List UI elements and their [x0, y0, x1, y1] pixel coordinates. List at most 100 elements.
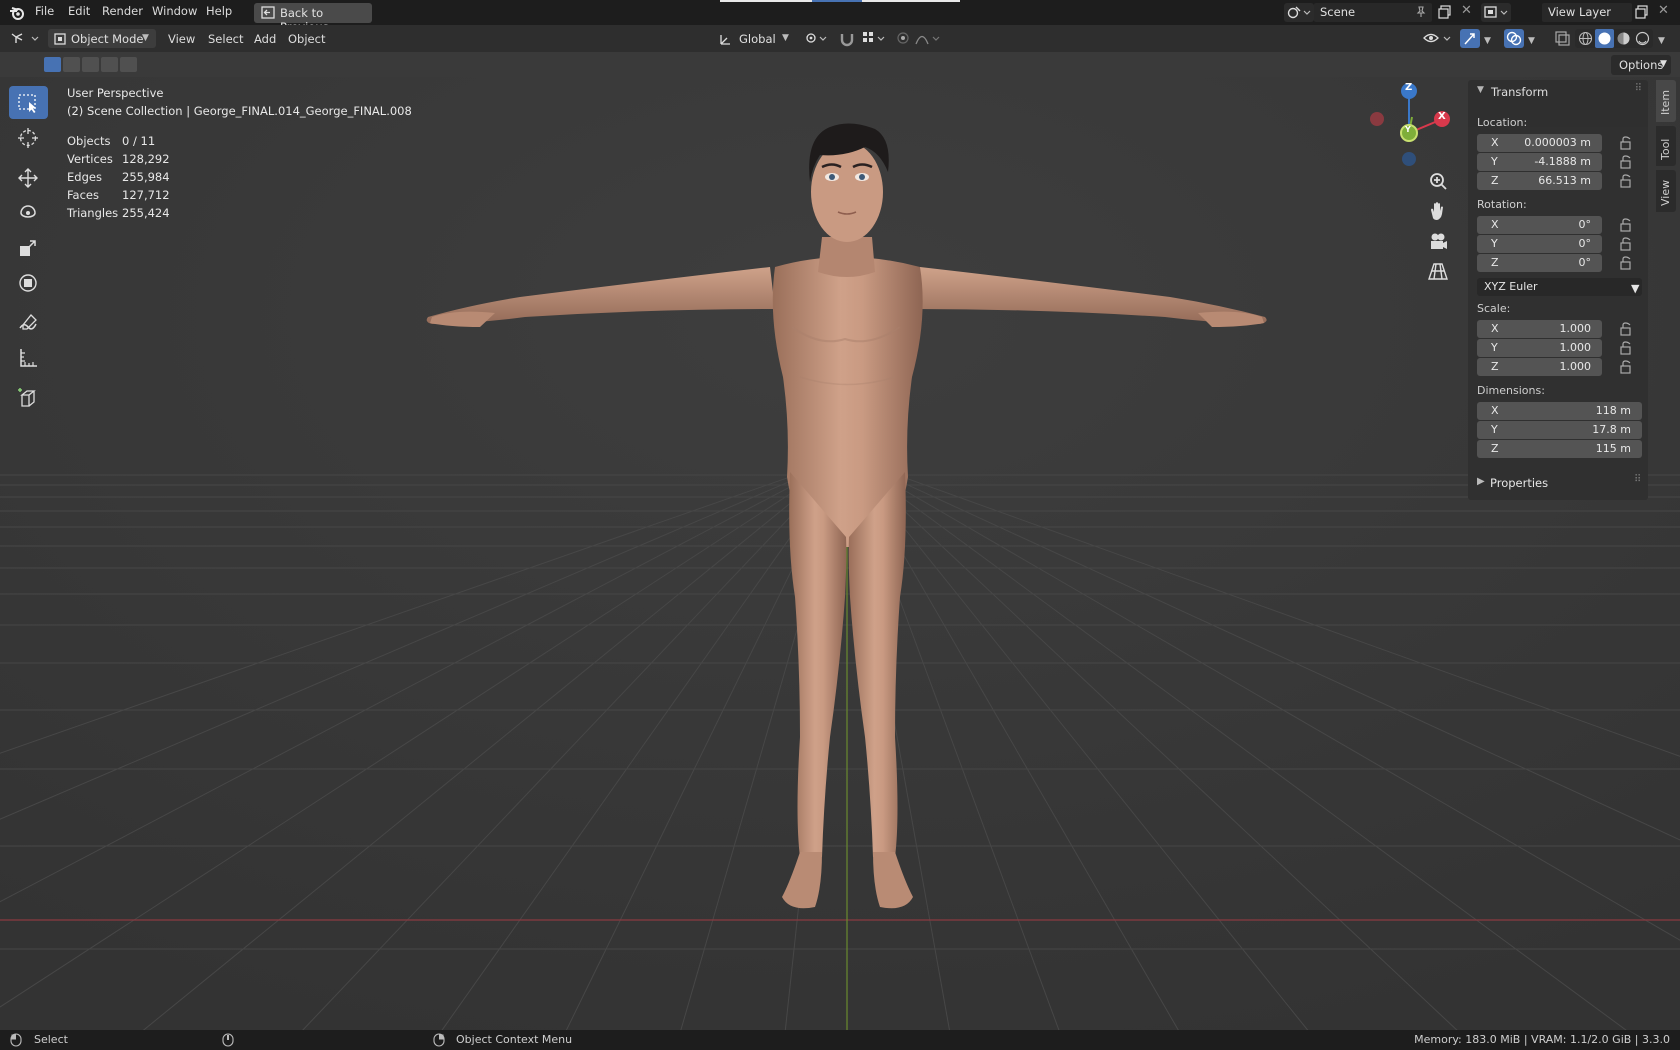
select-subtract-button[interactable]	[82, 57, 99, 72]
chevron-down-icon[interactable]: ▼	[1484, 36, 1491, 46]
pivot-icon	[806, 33, 827, 43]
menu-window[interactable]: Window	[152, 4, 197, 18]
dimensions-z-value: 115 m	[1595, 442, 1631, 455]
pan-hand-icon[interactable]	[1424, 198, 1452, 226]
location-y-field[interactable]: Y -4.1888 m	[1477, 153, 1602, 171]
rotate-tool[interactable]	[9, 196, 48, 229]
menu-render[interactable]: Render	[102, 4, 143, 18]
chevron-down-icon[interactable]: ▼	[1477, 85, 1484, 95]
measure-tool[interactable]	[9, 341, 48, 374]
lock-icon[interactable]	[1619, 360, 1635, 374]
overlays-toggle[interactable]	[1504, 29, 1524, 48]
rotation-z-field[interactable]: Z 0°	[1477, 254, 1602, 272]
axis-label: X	[1491, 404, 1499, 417]
scale-x-field[interactable]: X 1.000	[1477, 320, 1602, 338]
drag-handle-icon[interactable]: ⠿	[1634, 474, 1641, 485]
dimensions-x-field[interactable]: X 118 m	[1477, 402, 1642, 420]
lock-icon[interactable]	[1619, 237, 1635, 251]
tab-tool[interactable]: Tool	[1656, 126, 1676, 166]
chevron-down-icon[interactable]: ▼	[1658, 36, 1665, 46]
delete-view-layer-icon[interactable]: ✕	[1658, 3, 1669, 18]
lock-icon[interactable]	[1619, 174, 1635, 188]
solid-shading-button[interactable]	[1595, 29, 1614, 48]
menu-edit[interactable]: Edit	[68, 4, 90, 18]
zoom-icon[interactable]	[1424, 168, 1452, 196]
object-mode-dropdown[interactable]: Object Mode ▼	[48, 29, 156, 48]
material-preview-icon[interactable]	[1616, 31, 1631, 46]
falloff-curve-icon	[915, 35, 940, 45]
location-z-field[interactable]: Z 66.513 m	[1477, 172, 1602, 190]
delete-scene-icon[interactable]: ✕	[1461, 3, 1472, 18]
perspective-toggle-icon[interactable]	[1424, 258, 1452, 286]
rotation-x-field[interactable]: X 0°	[1477, 216, 1602, 234]
tab-item[interactable]: Item	[1656, 80, 1676, 122]
rendered-shading-icon[interactable]	[1635, 31, 1650, 46]
chevron-down-icon[interactable]: ▼	[1528, 36, 1535, 46]
cursor-tool[interactable]	[9, 121, 48, 154]
menu-view[interactable]: View	[168, 32, 195, 46]
pivot-point-dropdown[interactable]	[802, 29, 830, 48]
transform-panel-title[interactable]: Transform	[1491, 85, 1548, 99]
chevron-right-icon[interactable]: ▶	[1477, 476, 1485, 487]
snap-toggle[interactable]	[836, 29, 858, 48]
menu-object[interactable]: Object	[288, 32, 325, 46]
camera-view-icon[interactable]	[1424, 228, 1452, 256]
object-mode-icon	[54, 33, 66, 45]
view-layer-browse-button[interactable]	[1481, 3, 1511, 22]
new-scene-icon[interactable]	[1438, 5, 1452, 19]
proportional-falloff-dropdown[interactable]	[914, 29, 944, 48]
rotation-mode-dropdown[interactable]: XYZ Euler ▼	[1477, 278, 1642, 296]
lock-icon[interactable]	[1619, 322, 1635, 336]
menu-help[interactable]: Help	[206, 4, 232, 18]
scale-tool[interactable]	[9, 231, 48, 264]
add-cube-tool[interactable]	[9, 381, 48, 414]
drag-handle-icon[interactable]: ⠿	[1635, 83, 1642, 94]
tab-view[interactable]: View	[1656, 170, 1676, 212]
snap-target-dropdown[interactable]	[860, 29, 888, 48]
stat-edges-label: Edges	[67, 170, 102, 184]
select-intersect-button[interactable]	[120, 57, 137, 72]
blender-logo-icon[interactable]	[9, 5, 25, 21]
scale-z-field[interactable]: Z 1.000	[1477, 358, 1602, 376]
rotation-mode-label: XYZ Euler	[1484, 280, 1538, 293]
annotate-tool[interactable]	[9, 306, 48, 339]
lock-icon[interactable]	[1619, 155, 1635, 169]
back-to-previous-button[interactable]: Back to Previous	[254, 3, 372, 34]
lock-icon[interactable]	[1619, 256, 1635, 270]
menu-file[interactable]: File	[35, 4, 54, 18]
menu-add[interactable]: Add	[254, 32, 276, 46]
axis-label: Z	[1491, 442, 1499, 455]
new-view-layer-icon[interactable]	[1635, 5, 1649, 19]
workspace-tabs-strip[interactable]	[720, 0, 960, 2]
select-box-tool[interactable]	[9, 86, 48, 119]
dimensions-z-field[interactable]: Z 115 m	[1477, 440, 1642, 458]
select-extend-button[interactable]	[63, 57, 80, 72]
select-new-button[interactable]	[44, 57, 61, 72]
lock-icon[interactable]	[1619, 218, 1635, 232]
gizmo-toggle[interactable]	[1460, 29, 1480, 48]
editor-type-button[interactable]	[10, 29, 42, 48]
status-bar: Select Object Context Menu Memory: 183.0…	[0, 1030, 1680, 1050]
move-tool[interactable]	[9, 161, 48, 194]
menu-select[interactable]: Select	[208, 32, 243, 46]
pin-icon[interactable]	[1415, 6, 1427, 18]
properties-panel-title[interactable]: Properties	[1490, 476, 1548, 490]
rotation-y-field[interactable]: Y 0°	[1477, 235, 1602, 253]
location-x-field[interactable]: X 0.000003 m	[1477, 134, 1602, 152]
options-dropdown[interactable]: Options ▼	[1611, 55, 1671, 75]
object-visibility-dropdown[interactable]	[1422, 29, 1456, 48]
axis-label: X	[1491, 136, 1499, 149]
lock-icon[interactable]	[1619, 341, 1635, 355]
scale-y-field[interactable]: Y 1.000	[1477, 339, 1602, 357]
proportional-editing-toggle[interactable]	[893, 29, 913, 48]
dimensions-y-field[interactable]: Y 17.8 m	[1477, 421, 1642, 439]
mouse-middle-icon	[222, 1033, 234, 1047]
scene-browse-button[interactable]	[1284, 3, 1314, 22]
lock-icon[interactable]	[1619, 136, 1635, 150]
transform-orientation-dropdown[interactable]: Global ▼	[714, 29, 794, 48]
xray-toggle[interactable]	[1552, 29, 1572, 48]
wireframe-shading-icon[interactable]	[1578, 31, 1593, 46]
view-layer-field[interactable]: View Layer	[1542, 3, 1632, 22]
select-difference-button[interactable]	[101, 57, 118, 72]
transform-tool[interactable]	[9, 266, 48, 299]
